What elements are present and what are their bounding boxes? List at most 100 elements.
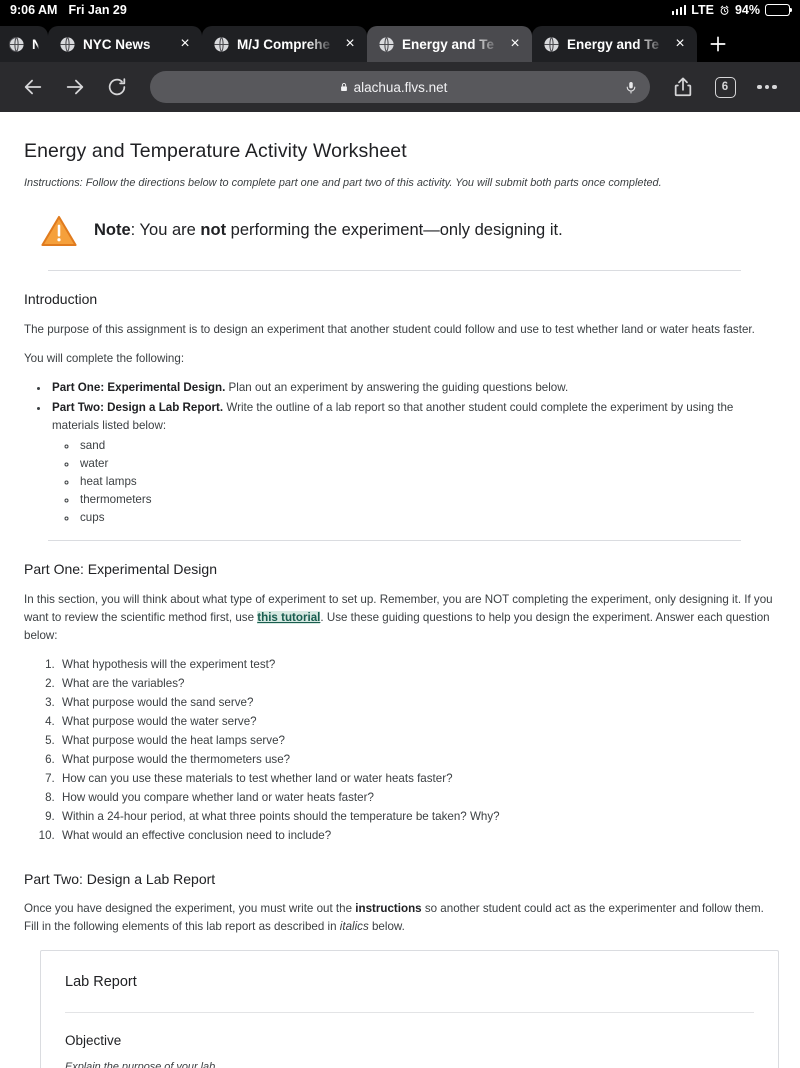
globe-icon <box>214 36 229 52</box>
browser-tab-1-title: Narra <box>32 36 39 52</box>
forward-button[interactable] <box>56 68 94 106</box>
status-time: 9:06 AM <box>10 3 58 17</box>
introduction-lead-in: You will complete the following: <box>24 351 185 365</box>
browser-tab-2[interactable]: NYC News × <box>48 26 202 62</box>
lab-report-card: Lab Report Objective Explain the purpose… <box>40 950 779 1068</box>
signal-bars-icon <box>671 5 687 15</box>
microphone-icon[interactable] <box>624 79 638 96</box>
list-item: What are the variables? <box>58 675 779 693</box>
address-bar[interactable]: alachua.flvs.net <box>150 71 650 103</box>
lab-report-divider <box>65 1011 754 1013</box>
more-options-icon <box>757 84 777 90</box>
list-item: How would you compare whether land or wa… <box>58 789 779 807</box>
plus-icon <box>710 36 726 52</box>
part-two-text-3: below. <box>368 920 405 934</box>
warning-triangle-icon <box>41 216 77 247</box>
globe-icon <box>379 36 394 52</box>
list-item: Within a 24-hour period, at what three p… <box>58 808 779 826</box>
list-item: sand <box>78 437 779 455</box>
introduction-bullet-list: Part One: Experimental Design. Plan out … <box>50 379 779 527</box>
close-icon[interactable]: × <box>342 35 358 52</box>
bullet-1-bold: Part One: Experimental Design. <box>52 380 226 394</box>
list-item: Part One: Experimental Design. Plan out … <box>50 379 779 397</box>
address-bar-url: alachua.flvs.net <box>353 79 448 95</box>
objective-description: Explain the purpose of your lab. <box>65 1060 219 1068</box>
note-label: Note <box>94 221 131 240</box>
close-icon[interactable]: × <box>672 35 688 52</box>
browser-toolbar: alachua.flvs.net 6 <box>0 62 800 112</box>
battery-icon <box>765 4 793 16</box>
status-bar-left: 9:06 AM Fri Jan 29 <box>10 3 127 17</box>
list-item: What purpose would the water serve? <box>58 713 779 731</box>
note-text: Note: You are not performing the experim… <box>94 218 563 244</box>
objective-heading: Objective <box>65 1032 122 1048</box>
list-item: What would an effective conclusion need … <box>58 827 779 845</box>
part-one-paragraph: In this section, you will think about wh… <box>24 591 779 645</box>
list-item: Part Two: Design a Lab Report. Write the… <box>50 399 779 527</box>
list-item: What purpose would the heat lamps serve? <box>58 732 779 750</box>
globe-icon <box>8 36 24 52</box>
bullet-2-bold: Part Two: Design a Lab Report. <box>52 400 224 414</box>
globe-icon <box>544 36 559 52</box>
lock-icon <box>340 83 347 91</box>
close-icon[interactable]: × <box>507 35 523 52</box>
part-two-text-1: Once you have designed the experiment, y… <box>24 902 356 916</box>
list-item: cups <box>78 509 779 527</box>
materials-list: sand water heat lamps thermometers cups <box>78 437 779 527</box>
address-bar-content: alachua.flvs.net <box>162 80 624 95</box>
list-item: water <box>78 455 779 473</box>
browser-tab-4-active[interactable]: Energy and Te × <box>367 26 532 62</box>
part-two-heading: Part Two: Design a Lab Report <box>24 870 216 887</box>
battery-percent: 94% <box>734 3 760 17</box>
page-title: Energy and Temperature Activity Workshee… <box>24 140 407 162</box>
status-bar-right: LTE 94% <box>671 3 793 17</box>
network-type: LTE <box>691 3 714 17</box>
page-content: Energy and Temperature Activity Workshee… <box>0 112 800 1068</box>
introduction-paragraph: The purpose of this assignment is to des… <box>24 322 755 336</box>
note-text-2: performing the experiment—only designing… <box>226 221 563 240</box>
part-one-question-list: What hypothesis will the experiment test… <box>58 656 779 845</box>
introduction-heading: Introduction <box>24 291 98 308</box>
back-button[interactable] <box>14 68 52 106</box>
note-emphasis: not <box>200 221 227 240</box>
tutorial-link[interactable]: this tutorial <box>257 611 321 625</box>
bullet-1-rest: Plan out an experiment by answering the … <box>225 380 569 394</box>
browser-tab-strip: Narra NYC News × M/J Comprehe × Energy a… <box>0 20 800 62</box>
tab-count-value: 6 <box>714 76 736 98</box>
more-options-button[interactable] <box>748 68 786 106</box>
globe-icon <box>60 36 75 52</box>
lab-report-title: Lab Report <box>65 974 137 991</box>
part-two-italic: italics <box>339 920 369 934</box>
list-item: What purpose would the sand serve? <box>58 694 779 712</box>
tab-count-button[interactable]: 6 <box>706 68 744 106</box>
list-item: What hypothesis will the experiment test… <box>58 656 779 674</box>
browser-tab-4-title: Energy and Te <box>402 36 495 52</box>
browser-tab-5[interactable]: Energy and Te × <box>532 26 697 62</box>
divider-top <box>48 270 741 272</box>
note-callout: Note: You are not performing the experim… <box>24 210 779 252</box>
part-one-heading: Part One: Experimental Design <box>24 561 217 578</box>
list-item: What purpose would the thermometers use? <box>58 751 779 769</box>
list-item: How can you use these materials to test … <box>58 770 779 788</box>
new-tab-button[interactable] <box>697 26 739 62</box>
back-arrow-icon <box>24 79 42 95</box>
share-button[interactable] <box>664 68 702 106</box>
note-text-1: : You are <box>130 221 201 240</box>
reload-button[interactable] <box>98 68 136 106</box>
share-icon <box>674 77 692 97</box>
list-item: heat lamps <box>78 473 779 491</box>
divider-middle <box>48 540 741 542</box>
part-two-bold: instructions <box>355 902 422 916</box>
browser-tab-3-title: M/J Comprehe <box>237 36 331 52</box>
status-date: Fri Jan 29 <box>68 3 127 17</box>
browser-tab-3[interactable]: M/J Comprehe × <box>202 26 367 62</box>
browser-tab-1[interactable]: Narra <box>0 26 48 62</box>
alarm-clock-icon <box>720 5 729 15</box>
browser-tab-5-title: Energy and Te <box>567 36 660 52</box>
browser-tab-2-title: NYC News <box>83 36 151 52</box>
forward-arrow-icon <box>66 79 84 95</box>
close-icon[interactable]: × <box>177 35 193 52</box>
status-bar: 9:06 AM Fri Jan 29 LTE 94% <box>0 0 800 20</box>
instructions-text: Instructions: Follow the directions belo… <box>24 177 662 190</box>
reload-icon <box>108 78 126 96</box>
